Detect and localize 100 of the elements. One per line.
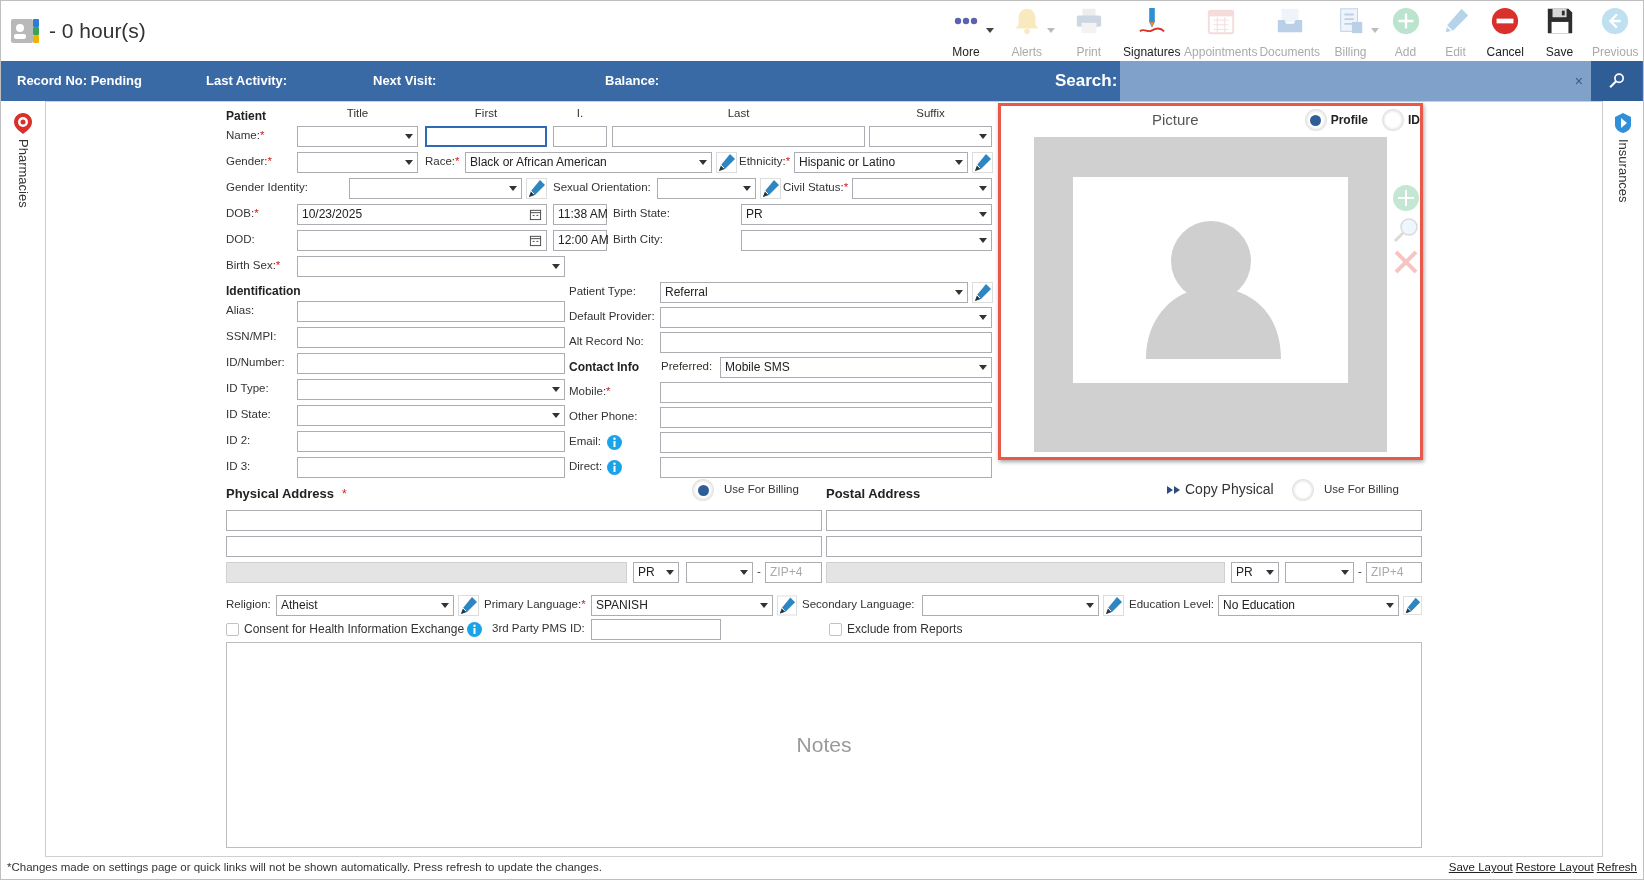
checkbox-label[interactable]: Consent for Health Information Exchange: [244, 620, 465, 638]
input-field[interactable]: [826, 509, 1422, 531]
dropdown[interactable]: [297, 255, 565, 277]
sidebar-tab[interactable]: Insurances: [1613, 139, 1633, 203]
pencil-icon[interactable]: [526, 177, 547, 199]
double-arrow-icon[interactable]: [1167, 484, 1180, 495]
target-icon[interactable]: [11, 111, 35, 135]
input-field[interactable]: [826, 535, 1422, 557]
input-field[interactable]: ZIP+4: [765, 561, 822, 583]
caret-icon: [1266, 569, 1274, 575]
field-label: ID State:: [226, 407, 272, 423]
pencil-icon[interactable]: [1103, 594, 1124, 616]
caret-icon: [405, 159, 413, 165]
info-label: Balance:: [605, 72, 661, 91]
pencil-icon[interactable]: [458, 594, 479, 616]
radio-button[interactable]: [1292, 479, 1314, 501]
pencil-icon[interactable]: [777, 594, 797, 616]
pencil-icon[interactable]: [1403, 594, 1422, 616]
footer-link[interactable]: Save Layout: [1448, 859, 1513, 877]
input-field[interactable]: [226, 509, 822, 531]
input-field[interactable]: [660, 456, 992, 478]
input-field[interactable]: [297, 300, 565, 322]
toolbar-button[interactable]: More: [936, 6, 996, 61]
caret-icon: [1086, 602, 1094, 608]
field-label: Civil Status:*: [783, 180, 850, 196]
info-icon[interactable]: [467, 621, 482, 637]
input-field[interactable]: [297, 326, 565, 348]
info-icon[interactable]: [607, 434, 622, 450]
input-field[interactable]: ZIP+4: [1366, 561, 1422, 583]
footer-link[interactable]: Refresh: [1596, 859, 1637, 877]
radio-label[interactable]: Use For Billing: [724, 481, 799, 499]
input-field[interactable]: [226, 535, 822, 557]
search-label: Search:: [1055, 70, 1119, 93]
dropdown[interactable]: PR: [633, 561, 679, 583]
input-field[interactable]: [660, 331, 992, 353]
input-field[interactable]: [612, 125, 865, 147]
toolbar-button[interactable]: Save: [1531, 6, 1588, 61]
input-field[interactable]: [591, 618, 721, 640]
input-field[interactable]: [660, 431, 992, 453]
input-field[interactable]: [425, 125, 547, 147]
caret-icon: [955, 159, 963, 165]
time-field[interactable]: 11:38 AM: [553, 203, 607, 225]
input-field[interactable]: [660, 381, 992, 403]
checkbox[interactable]: [226, 622, 239, 636]
column-header: Suffix: [915, 106, 946, 121]
field-label: Secondary Language:: [802, 597, 916, 613]
dropdown[interactable]: [297, 404, 565, 426]
dropdown[interactable]: [297, 151, 418, 173]
pencil-icon[interactable]: [972, 151, 993, 173]
radio-button[interactable]: [1304, 109, 1327, 131]
time-field[interactable]: 12:00 AM: [553, 229, 607, 251]
dropdown[interactable]: [741, 229, 992, 251]
dropdown[interactable]: PR: [1231, 561, 1279, 583]
radio-label[interactable]: ID: [1408, 111, 1420, 129]
sidebar-tab[interactable]: Pharmacies: [13, 139, 33, 208]
field-label: Race:*: [425, 154, 461, 170]
input-field[interactable]: [553, 125, 607, 147]
radio-button[interactable]: [1382, 109, 1404, 131]
dropdown[interactable]: Referral: [660, 281, 968, 303]
dropdown[interactable]: No Education: [1218, 594, 1399, 616]
dropdown[interactable]: Hispanic or Latino: [794, 151, 968, 173]
copy-link[interactable]: Copy Physical: [1185, 479, 1274, 500]
dropdown[interactable]: SPANISH: [591, 594, 773, 616]
radio-label[interactable]: Use For Billing: [1324, 481, 1399, 499]
toolbar-button[interactable]: Signatures: [1119, 6, 1184, 61]
dropdown[interactable]: Black or African American: [465, 151, 712, 173]
section-heading: Identification: [226, 287, 302, 296]
input-field[interactable]: [660, 406, 992, 428]
field-label: ID Type:: [226, 381, 270, 397]
dropdown[interactable]: [297, 378, 565, 400]
column-header: I.: [575, 106, 585, 121]
input-field[interactable]: [297, 456, 565, 478]
radio-button[interactable]: [692, 479, 714, 501]
field-label: Ethnicity:*: [739, 154, 792, 170]
info-icon[interactable]: [607, 459, 622, 475]
input-field[interactable]: [297, 352, 565, 374]
field-label: Gender Identity:: [226, 180, 309, 196]
pencil-icon[interactable]: [716, 151, 737, 173]
calendar-icon[interactable]: [529, 207, 542, 221]
pencil-icon[interactable]: [760, 177, 781, 199]
dropdown[interactable]: Atheist: [276, 594, 454, 616]
dropdown[interactable]: PR: [741, 203, 992, 225]
date-field[interactable]: 10/23/2025: [297, 203, 547, 225]
checkbox-label[interactable]: Exclude from Reports: [847, 620, 963, 638]
input-field[interactable]: [297, 430, 565, 452]
dash-separator: -: [1357, 564, 1363, 580]
search-button[interactable]: [1591, 61, 1642, 101]
dropdown[interactable]: [1285, 561, 1354, 583]
radio-label[interactable]: Profile: [1330, 111, 1368, 129]
toolbar-button[interactable]: Cancel: [1479, 6, 1532, 61]
dropdown[interactable]: Mobile SMS: [720, 356, 992, 378]
caret-icon: [979, 237, 987, 243]
dropdown[interactable]: [686, 561, 753, 583]
pencil-icon[interactable]: [972, 281, 993, 303]
checkbox[interactable]: [829, 622, 842, 636]
caret-icon: [979, 364, 987, 370]
footer-link[interactable]: Restore Layout: [1515, 859, 1594, 877]
date-field[interactable]: [297, 229, 547, 251]
dropdown[interactable]: [297, 125, 418, 147]
calendar-icon[interactable]: [529, 233, 542, 247]
